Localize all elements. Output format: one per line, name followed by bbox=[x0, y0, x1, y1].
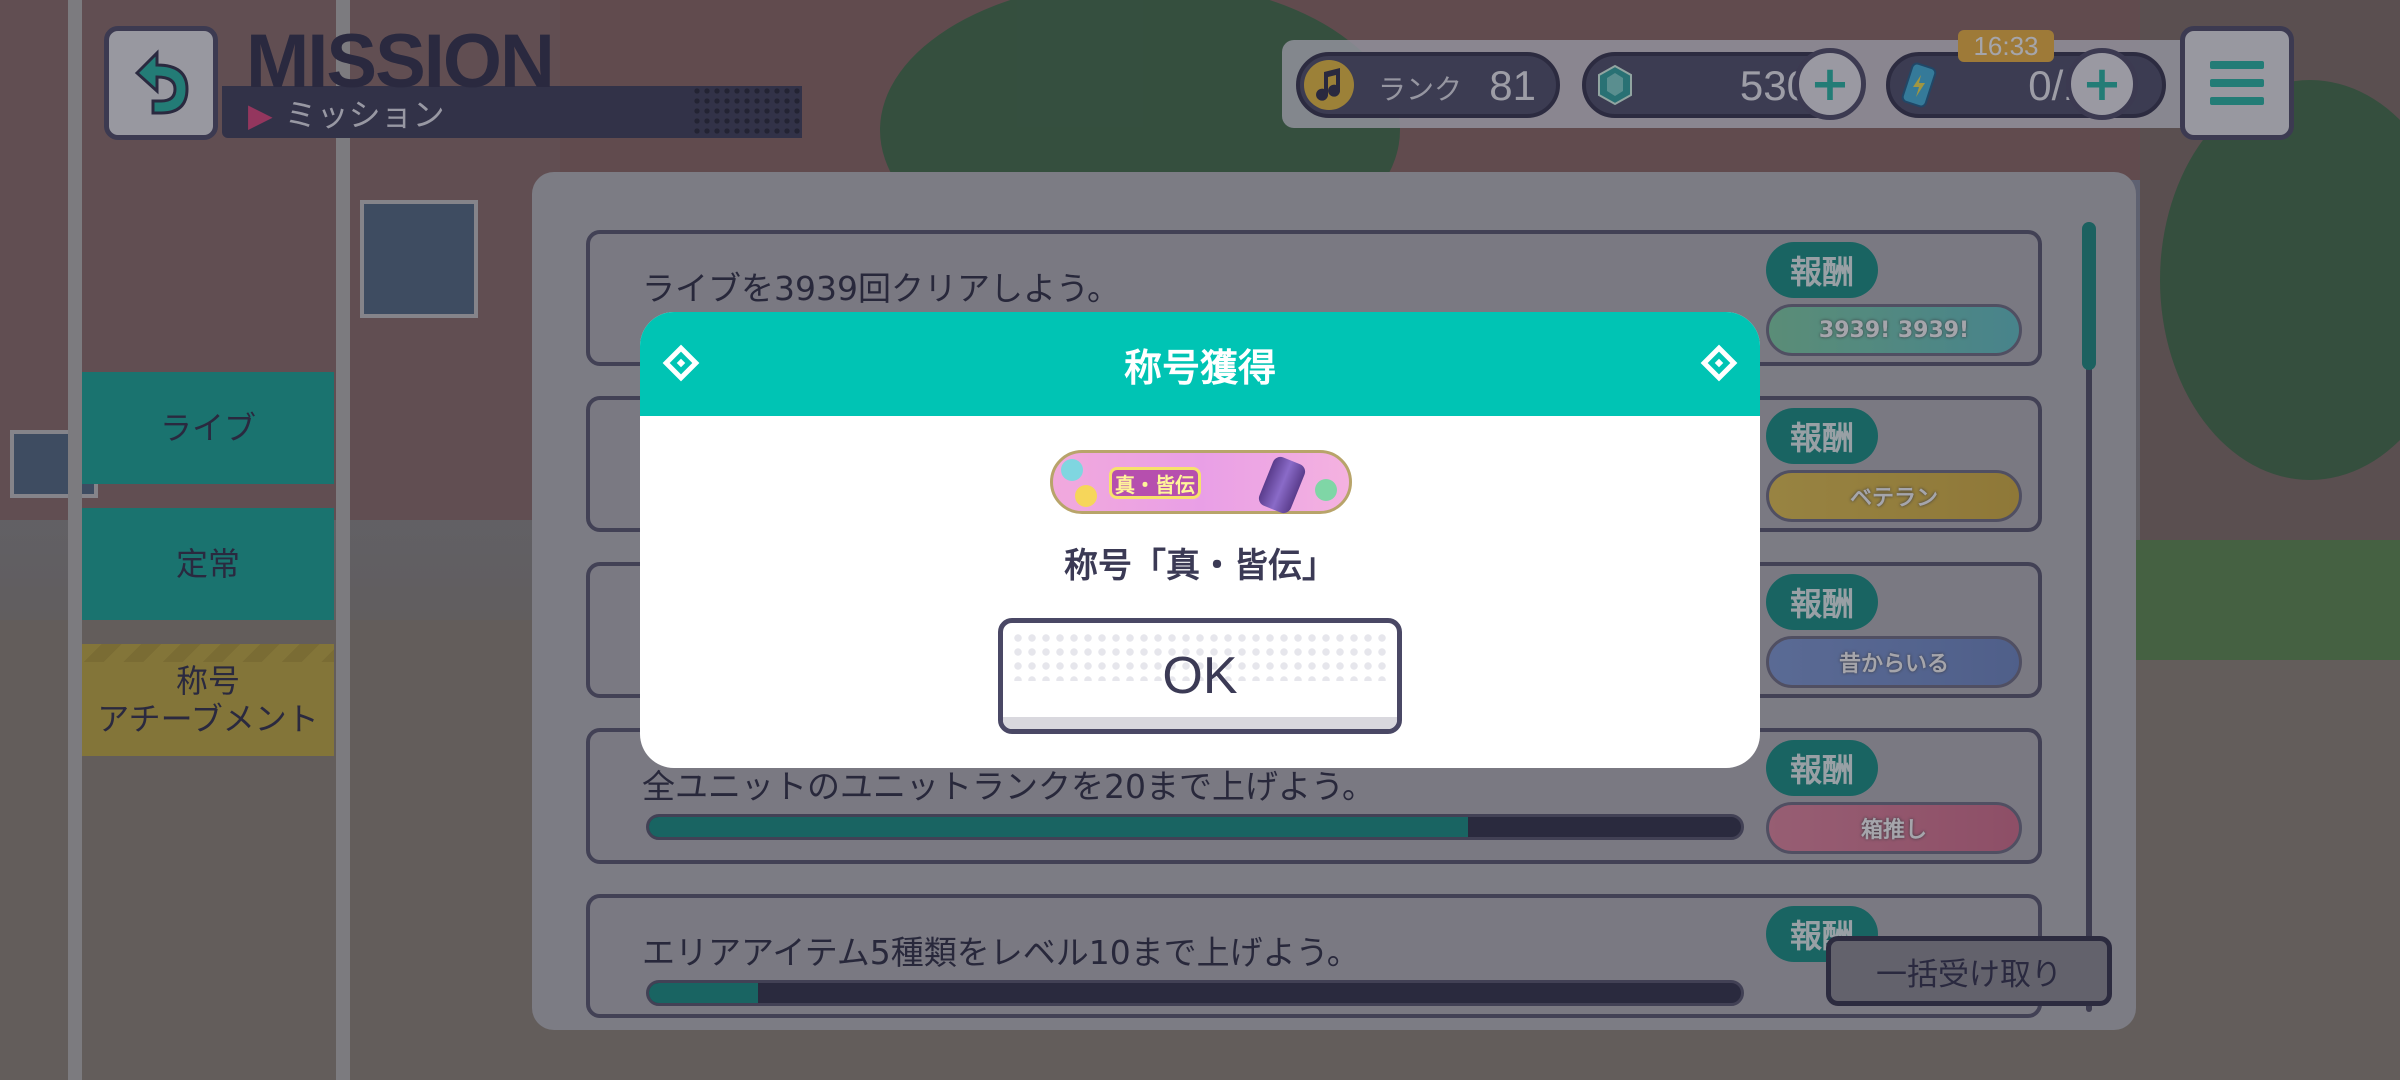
title-badge-text: 真・皆伝 bbox=[1109, 467, 1201, 499]
flower-icon bbox=[1315, 479, 1337, 501]
glowstick-icon bbox=[1256, 454, 1308, 516]
diamond-icon bbox=[1700, 344, 1738, 382]
title-badge-image: 真・皆伝 bbox=[1050, 450, 1352, 516]
diamond-icon bbox=[662, 344, 700, 382]
dialog-message: 称号「真・皆伝」 bbox=[1064, 546, 1336, 586]
flower-icon bbox=[1061, 459, 1083, 481]
ok-button[interactable]: OK bbox=[998, 618, 1402, 734]
dialog-header: 称号獲得 bbox=[640, 312, 1760, 416]
title-acquired-dialog: 称号獲得 真・皆伝 称号「真・皆伝」 OK bbox=[640, 312, 1760, 768]
flower-icon bbox=[1075, 485, 1097, 507]
ok-button-label: OK bbox=[1162, 647, 1238, 705]
dialog-title: 称号獲得 bbox=[1123, 345, 1276, 390]
